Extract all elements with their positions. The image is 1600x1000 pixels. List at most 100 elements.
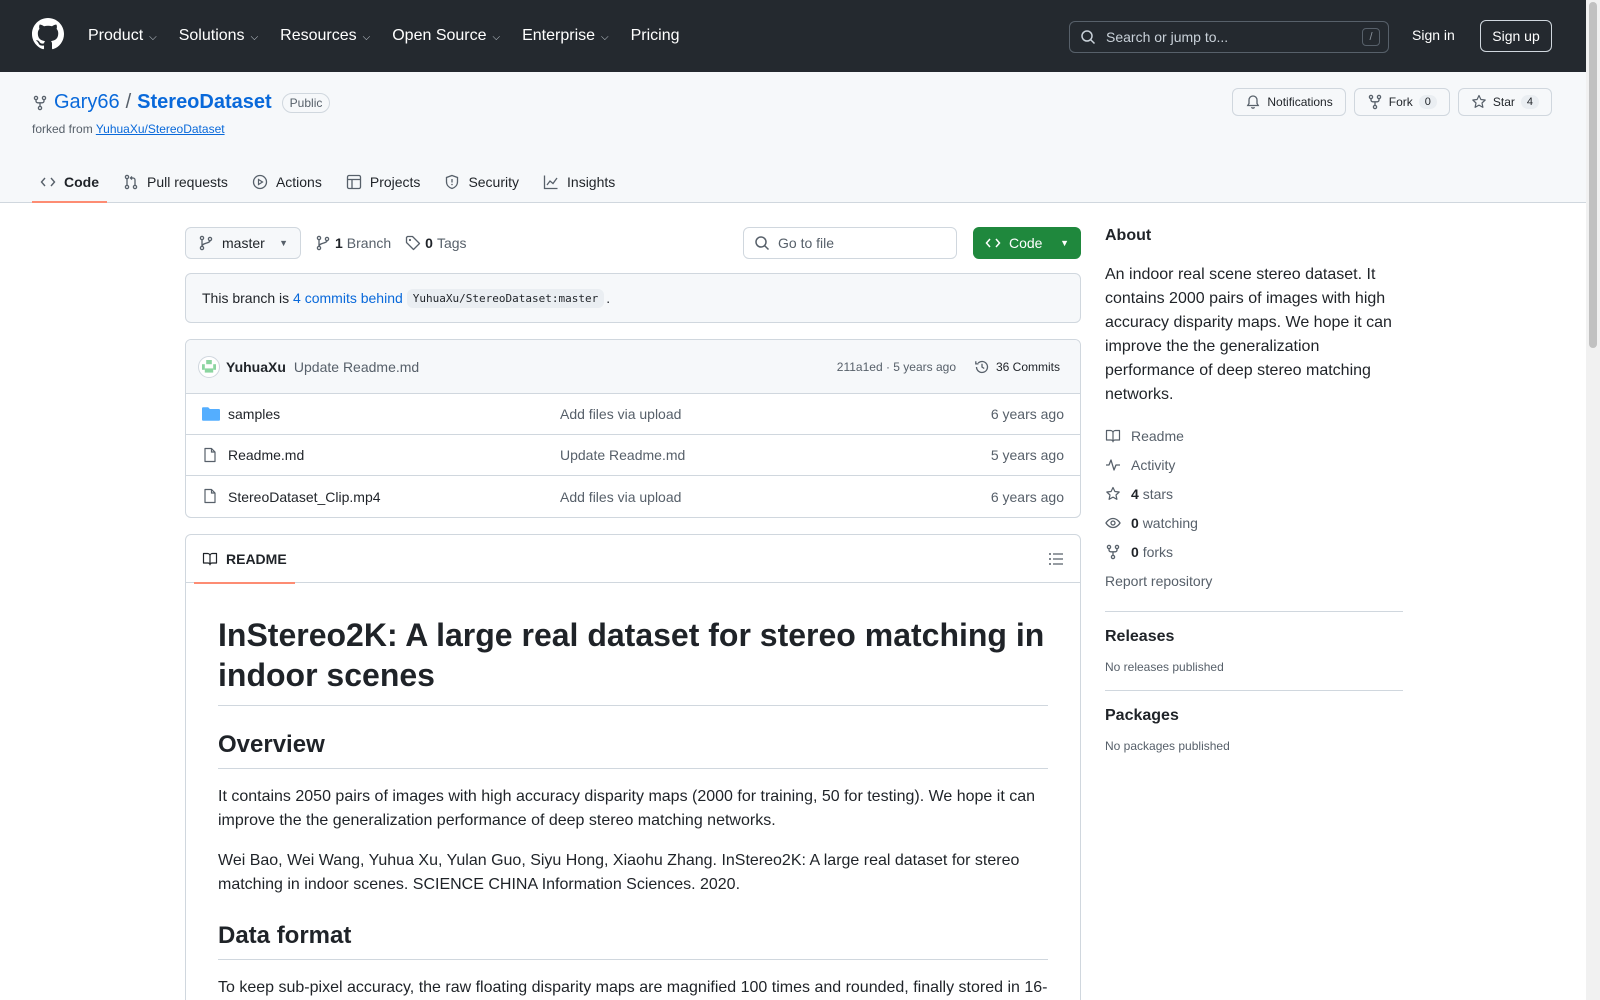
releases-heading[interactable]: Releases xyxy=(1105,628,1403,646)
packages-heading[interactable]: Packages xyxy=(1105,707,1403,725)
visibility-badge: Public xyxy=(281,92,331,113)
sign-in-link[interactable]: Sign in xyxy=(1412,27,1455,43)
notifications-button[interactable]: Notifications xyxy=(1232,88,1346,116)
nav-solutions[interactable]: Solutions ⌵ xyxy=(179,27,258,45)
repo-sidebar: About An indoor real scene stereo datase… xyxy=(1105,227,1403,753)
readme-link[interactable]: Readme xyxy=(1105,421,1403,450)
readme-citation: Wei Bao, Wei Wang, Yuhua Xu, Yulan Guo, … xyxy=(218,852,1020,893)
tab-actions[interactable]: Actions xyxy=(244,160,330,203)
file-name-link[interactable]: StereoDataset_Clip.mp4 xyxy=(228,489,381,505)
watchers-link[interactable]: 0 watching xyxy=(1105,508,1403,537)
nav-open-source-label: Open Source xyxy=(392,27,487,44)
nav-resources-label: Resources xyxy=(280,27,357,44)
fork-label: Fork xyxy=(1388,95,1413,109)
tab-projects[interactable]: Projects xyxy=(338,160,429,203)
upstream-ref: YuhuaXu/StereoDataset:master xyxy=(406,288,605,308)
commit-meta[interactable]: 211a1ed · 5 years ago xyxy=(837,360,956,374)
list-outline-icon[interactable] xyxy=(1048,551,1064,567)
tab-projects-label: Projects xyxy=(369,173,421,190)
file-commit-message[interactable]: Update Readme.md xyxy=(560,447,685,463)
page-scrollbar[interactable] xyxy=(1586,0,1600,1000)
tab-insights[interactable]: Insights xyxy=(535,160,623,203)
activity-link[interactable]: Activity xyxy=(1105,450,1403,479)
tab-code[interactable]: Code xyxy=(32,160,107,203)
tags-link[interactable]: 0 Tags xyxy=(405,235,467,251)
commit-author-link[interactable]: YuhuaXu xyxy=(226,359,286,375)
avatar[interactable] xyxy=(198,355,220,378)
global-header: Product ⌵ Solutions ⌵ Resources ⌵ Open Sour… xyxy=(0,0,1586,72)
caret-down-icon: ▼ xyxy=(279,238,288,248)
global-nav: Product ⌵ Solutions ⌵ Resources ⌵ Open Sour… xyxy=(88,0,702,72)
behind-prefix: This branch is xyxy=(202,290,290,306)
branch-name: master xyxy=(222,235,265,251)
slash-shortcut-badge: / xyxy=(1362,28,1380,46)
report-repository-link[interactable]: Report repository xyxy=(1105,566,1403,595)
repo-actions: Notifications Fork 0 Star 4 xyxy=(1232,88,1552,116)
file-name-link[interactable]: Readme.md xyxy=(228,447,304,463)
chevron-down-icon: ⌵ xyxy=(250,31,259,43)
tab-security[interactable]: Security xyxy=(436,160,527,203)
file-commit-message[interactable]: Add files via upload xyxy=(560,406,681,422)
readme-heading-overview: Overview xyxy=(218,730,1048,769)
readme-link-label: Readme xyxy=(1131,427,1184,444)
commits-behind-link[interactable]: 4 commits behind xyxy=(293,290,403,306)
forks-count: 0 xyxy=(1131,543,1139,560)
star-button[interactable]: Star 4 xyxy=(1457,88,1552,116)
github-logo-icon[interactable] xyxy=(32,18,64,50)
forked-from-link[interactable]: YuhuaXu/StereoDataset xyxy=(96,122,225,136)
readme-tab[interactable]: README xyxy=(194,535,295,584)
forks-label: forks xyxy=(1142,543,1174,560)
identicon-icon xyxy=(202,359,216,373)
nav-pricing-label: Pricing xyxy=(630,27,680,44)
eye-icon xyxy=(1105,517,1121,528)
tab-security-label: Security xyxy=(468,173,520,190)
tab-insights-label: Insights xyxy=(567,173,616,190)
nav-pricing[interactable]: Pricing xyxy=(631,27,680,45)
nav-solutions-label: Solutions xyxy=(178,27,245,44)
nav-resources[interactable]: Resources ⌵ xyxy=(280,27,370,45)
repo-tabs: Code Pull requests Actions Projects Secu… xyxy=(32,160,631,203)
file-row[interactable]: StereoDataset_Clip.mp4 Add files via upl… xyxy=(186,476,1080,517)
code-icon xyxy=(40,177,56,186)
repo-name-link[interactable]: StereoDataset xyxy=(137,91,272,114)
nav-product[interactable]: Product ⌵ xyxy=(88,27,157,45)
commits-history-link[interactable]: 36 Commits xyxy=(974,359,1060,375)
branches-link[interactable]: 1 Branch xyxy=(315,235,391,251)
fork-button[interactable]: Fork 0 xyxy=(1353,88,1450,116)
tag-icon xyxy=(406,235,421,251)
forked-from-prefix: forked from xyxy=(32,122,93,136)
pull-request-icon xyxy=(124,174,138,189)
play-icon xyxy=(252,174,268,189)
star-count: 4 xyxy=(1520,95,1539,109)
repo-owner-link[interactable]: Gary66 xyxy=(54,91,120,114)
star-icon xyxy=(1106,486,1120,500)
search-input[interactable]: Search or jump to... / xyxy=(1069,21,1389,53)
branch-selector[interactable]: master ▼ xyxy=(185,227,301,259)
file-row[interactable]: samples Add files via upload 6 years ago xyxy=(186,394,1080,435)
stars-link[interactable]: 4 stars xyxy=(1105,479,1403,508)
file-commit-message[interactable]: Add files via upload xyxy=(560,489,681,505)
sign-up-button[interactable]: Sign up xyxy=(1480,20,1552,52)
repo-title: Gary66 / StereoDataset Public xyxy=(32,91,331,114)
folder-icon xyxy=(202,407,220,421)
file-row[interactable]: Readme.md Update Readme.md 5 years ago xyxy=(186,435,1080,476)
scrollbar-thumb[interactable] xyxy=(1589,2,1597,348)
file-name-link[interactable]: samples xyxy=(228,406,280,422)
code-button-label: Code xyxy=(1009,235,1043,251)
tab-pull-requests[interactable]: Pull requests xyxy=(115,160,236,203)
commit-message-link[interactable]: Update Readme.md xyxy=(294,359,419,375)
sidebar-divider xyxy=(1105,690,1403,691)
notifications-label: Notifications xyxy=(1267,95,1333,109)
readme-paragraph: It contains 2050 pairs of images with hi… xyxy=(218,788,1036,829)
main-content: master ▼ 1 Branch 0 Tags Go to file Code… xyxy=(185,227,1081,1000)
forks-link[interactable]: 0 forks xyxy=(1105,537,1403,566)
nav-enterprise[interactable]: Enterprise ⌵ xyxy=(522,27,609,45)
latest-commit-row: YuhuaXu Update Readme.md 211a1ed · 5 yea… xyxy=(186,340,1080,394)
code-dropdown-button[interactable]: Code ▼ xyxy=(973,227,1081,259)
star-label: Star xyxy=(1492,95,1515,109)
nav-open-source[interactable]: Open Source ⌵ xyxy=(392,27,500,45)
book-icon xyxy=(1105,429,1121,442)
forked-from: forked from YuhuaXu/StereoDataset xyxy=(32,122,225,136)
go-to-file-input[interactable]: Go to file xyxy=(743,227,957,259)
watching-count: 0 xyxy=(1131,514,1139,531)
